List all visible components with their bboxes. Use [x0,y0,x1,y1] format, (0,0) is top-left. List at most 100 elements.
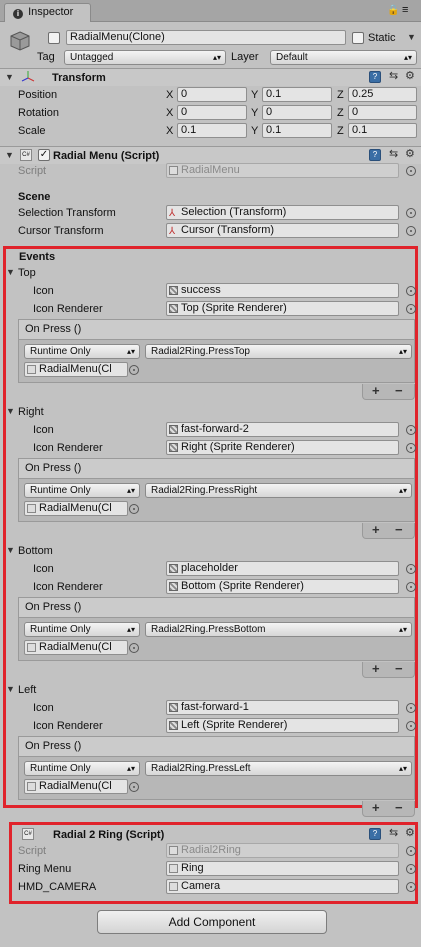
ring-menu-picker-icon[interactable] [406,864,416,874]
icon-renderer-field[interactable]: Bottom (Sprite Renderer) [166,579,399,594]
selection-transform-field[interactable]: ⅄ Selection (Transform) [166,205,399,220]
icon-renderer-field[interactable]: Left (Sprite Renderer) [166,718,399,733]
rotation-z-label[interactable]: Z [337,106,344,120]
hmd-camera-field[interactable]: Camera [166,879,399,894]
target-object-field[interactable]: RadialMenu(Cl [24,501,128,516]
scale-x-input[interactable]: 0.1 [177,123,247,138]
enabled-checkbox[interactable]: ✓ [38,149,50,161]
event-fold-icon[interactable]: ▼ [6,545,15,555]
script-file-icon [27,504,36,513]
icon-picker-icon[interactable] [406,564,416,574]
gameobject-name-input[interactable]: RadialMenu(Clone) [66,30,346,45]
fold-icon[interactable]: ▼ [5,72,14,82]
static-dropdown-icon[interactable]: ▼ [407,32,416,42]
menu-icon[interactable]: ≡ [402,4,408,16]
icon-renderer-field[interactable]: Right (Sprite Renderer) [166,440,399,455]
runtime-dropdown[interactable]: Runtime Only ▴▾ [24,483,140,498]
position-z-input[interactable]: 0.25 [348,87,417,102]
gear-icon[interactable]: ⚙ [405,69,415,82]
remove-listener-button[interactable]: − [395,800,403,815]
icon-picker-icon[interactable] [406,425,416,435]
position-x-input[interactable]: 0 [177,87,247,102]
add-listener-button[interactable]: + [372,800,380,815]
position-z-label[interactable]: Z [337,88,344,102]
scale-y-input[interactable]: 0.1 [262,123,332,138]
add-listener-button[interactable]: + [372,383,380,398]
preset-icon[interactable]: ⇆ [389,147,398,160]
target-object-field[interactable]: RadialMenu(Cl [24,640,128,655]
fold-icon[interactable]: ▼ [5,150,14,160]
renderer-picker-icon[interactable] [406,304,416,314]
radial-menu-header[interactable]: ▼ C# ✓ Radial Menu (Script) ? ⇆ ⚙ [0,146,421,164]
method-dropdown[interactable]: Radial2Ring.PressLeft ▴▾ [145,761,412,776]
icon-field[interactable]: fast-forward-1 [166,700,399,715]
method-dropdown[interactable]: Radial2Ring.PressBottom ▴▾ [145,622,412,637]
rotation-z-input[interactable]: 0 [348,105,417,120]
add-listener-button[interactable]: + [372,661,380,676]
rotation-y-input[interactable]: 0 [262,105,332,120]
target-object-field[interactable]: RadialMenu(Cl [24,779,128,794]
rotation-y-label[interactable]: Y [251,106,258,120]
method-dropdown[interactable]: Radial2Ring.PressRight ▴▾ [145,483,412,498]
cursor-picker-icon[interactable] [406,226,416,236]
target-object-field[interactable]: RadialMenu(Cl [24,362,128,377]
scale-x-label[interactable]: X [166,124,173,138]
runtime-dropdown[interactable]: Runtime Only ▴▾ [24,622,140,637]
renderer-picker-icon[interactable] [406,443,416,453]
lock-icon[interactable]: 🔒 [387,5,399,16]
icon-picker-icon[interactable] [406,703,416,713]
position-x-label[interactable]: X [166,88,173,102]
tab-inspector[interactable]: i Inspector [4,3,91,22]
icon-picker-icon[interactable] [406,286,416,296]
layer-dropdown[interactable]: Default ▴▾ [270,50,417,65]
preset-icon[interactable]: ⇆ [389,69,398,82]
renderer-picker-icon[interactable] [406,582,416,592]
event-fold-icon[interactable]: ▼ [6,684,15,694]
preset-icon[interactable]: ⇆ [389,826,398,839]
icon-field[interactable]: placeholder [166,561,399,576]
position-y-label[interactable]: Y [251,88,258,102]
target-picker-icon[interactable] [129,504,139,514]
hmd-camera-picker-icon[interactable] [406,882,416,892]
rotation-x-input[interactable]: 0 [177,105,247,120]
method-dropdown[interactable]: Radial2Ring.PressTop ▴▾ [145,344,412,359]
icon-field[interactable]: fast-forward-2 [166,422,399,437]
gear-icon[interactable]: ⚙ [405,826,415,839]
runtime-dropdown[interactable]: Runtime Only ▴▾ [24,344,140,359]
selection-picker-icon[interactable] [406,208,416,218]
renderer-picker-icon[interactable] [406,721,416,731]
help-icon[interactable]: ? [369,71,381,83]
scale-z-input[interactable]: 0.1 [348,123,417,138]
radial2ring-header[interactable]: C# Radial 2 Ring (Script) ? ⇆ ⚙ [12,826,416,843]
target-picker-icon[interactable] [129,643,139,653]
rotation-x-label[interactable]: X [166,106,173,120]
target-picker-icon[interactable] [129,782,139,792]
icon-renderer-field[interactable]: Top (Sprite Renderer) [166,301,399,316]
scale-z-label[interactable]: Z [337,124,344,138]
runtime-dropdown[interactable]: Runtime Only ▴▾ [24,761,140,776]
position-y-input[interactable]: 0.1 [262,87,332,102]
ring-menu-field[interactable]: Ring [166,861,399,876]
remove-listener-button[interactable]: − [395,522,403,537]
add-component-button[interactable]: Add Component [97,910,327,934]
remove-listener-button[interactable]: − [395,383,403,398]
active-checkbox[interactable] [48,32,60,44]
transform-header[interactable]: ▼ Transform ? ⇆ ⚙ [0,68,421,86]
icon-field[interactable]: success [166,283,399,298]
help-icon[interactable]: ? [369,828,381,840]
event-fold-icon[interactable]: ▼ [6,406,15,416]
event-buttons: + − [362,383,415,400]
cursor-transform-field[interactable]: ⅄ Cursor (Transform) [166,223,399,238]
add-listener-button[interactable]: + [372,522,380,537]
icon-renderer-label: Icon Renderer [33,581,103,593]
script-label: Script [18,165,47,177]
help-icon[interactable]: ? [369,149,381,161]
static-checkbox[interactable] [352,32,364,44]
tag-dropdown[interactable]: Untagged ▴▾ [64,50,226,65]
scale-y-label[interactable]: Y [251,124,258,138]
selection-transform-label: Selection Transform [18,207,116,219]
target-picker-icon[interactable] [129,365,139,375]
remove-listener-button[interactable]: − [395,661,403,676]
gear-icon[interactable]: ⚙ [405,147,415,160]
event-fold-icon[interactable]: ▼ [6,267,15,277]
